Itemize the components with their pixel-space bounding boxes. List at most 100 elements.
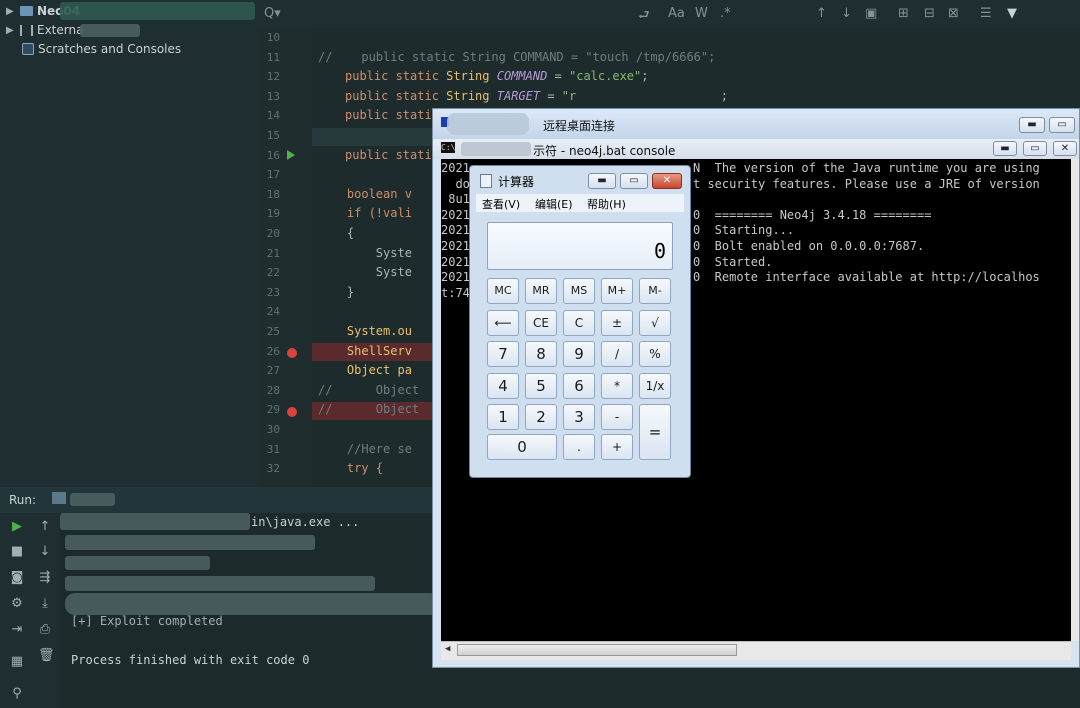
calc-key-k1[interactable]: 1 xyxy=(487,404,519,430)
calc-key-k6[interactable]: 6 xyxy=(563,372,595,399)
print-icon[interactable]: ⎙ xyxy=(38,623,52,637)
calc-key-mminus[interactable]: M- xyxy=(639,278,671,304)
calc-key-sqrt[interactable]: √ xyxy=(639,309,671,336)
calc-key-k7[interactable]: 7 xyxy=(487,341,519,367)
rerun-icon[interactable]: ▶ xyxy=(10,520,24,534)
prev-occurrence-icon[interactable]: ↑ xyxy=(816,6,827,21)
line-number: 24 xyxy=(266,305,280,319)
scroll-down-icon[interactable]: ↓ xyxy=(38,545,52,559)
expand-arrow-icon[interactable]: ▶ xyxy=(6,6,16,17)
rdp-titlebar[interactable]: 远程桌面连接 ▬ ▭ xyxy=(433,109,1079,139)
code-line: // Object xyxy=(318,382,420,397)
line-number: 27 xyxy=(266,364,280,378)
console-line-right: 0 Starting... xyxy=(693,223,795,238)
console-vertical-scrollbar[interactable] xyxy=(1071,159,1079,641)
line-number: 30 xyxy=(266,423,280,436)
calc-key-k0[interactable]: 0 xyxy=(487,434,557,460)
console-line-right: 0 ======== Neo4j 3.4.18 ======== xyxy=(693,207,932,222)
calculator-title: 计算器 xyxy=(498,175,535,189)
layout-icon[interactable]: ▦ xyxy=(10,655,24,669)
regex-icon[interactable]: .* xyxy=(720,6,731,21)
trash-icon[interactable]: 🗑 xyxy=(38,649,55,663)
scroll-up-icon[interactable]: ↑ xyxy=(38,520,52,534)
select-all-icon[interactable]: ▣ xyxy=(865,6,877,21)
breakpoint-icon[interactable] xyxy=(287,348,297,358)
scroll-left-icon[interactable]: ◀ xyxy=(445,644,450,654)
calc-key-div[interactable]: / xyxy=(601,341,633,367)
library-icon xyxy=(20,24,33,36)
next-occurrence-icon[interactable]: ↓ xyxy=(841,6,852,21)
breakpoint-icon[interactable] xyxy=(287,407,297,417)
scroll-thumb[interactable] xyxy=(457,644,737,656)
calc-key-dot[interactable]: . xyxy=(563,434,595,460)
calc-key-k4[interactable]: 4 xyxy=(487,372,519,399)
calc-key-k5[interactable]: 5 xyxy=(525,372,557,399)
calc-key-mplus[interactable]: M+ xyxy=(601,278,633,304)
run-toolbar: ▶ ↑ ■ ↓ ◙ ⇶ ⚙ ⤓ ⇥ ⎙ ▦ 🗑 ⚲ xyxy=(0,513,60,708)
calc-key-k3[interactable]: 3 xyxy=(563,404,595,430)
console-maximize-button[interactable]: ▭ xyxy=(1023,141,1047,156)
code-line: Object pa xyxy=(318,363,412,378)
select-occurrences-icon[interactable]: ⊠ xyxy=(948,6,959,21)
calc-key-eq[interactable]: = xyxy=(639,404,671,460)
whole-word-icon[interactable]: W xyxy=(695,6,708,21)
calc-maximize-button[interactable]: ▭ xyxy=(620,173,648,189)
line-number: 17 xyxy=(266,168,280,182)
menu-help[interactable]: 帮助(H) xyxy=(587,196,626,212)
calc-key-k2[interactable]: 2 xyxy=(525,404,557,430)
menu-view[interactable]: 查看(V) xyxy=(482,196,520,212)
match-case-icon[interactable]: Aa xyxy=(668,6,685,21)
run-gutter-icon[interactable] xyxy=(287,150,295,160)
scroll-to-end-icon[interactable]: ⤓ xyxy=(38,597,52,611)
calc-key-pm[interactable]: ± xyxy=(601,309,633,336)
calc-minimize-button[interactable]: ▬ xyxy=(588,173,616,189)
exit-icon[interactable]: ⇥ xyxy=(10,623,24,637)
console-line-command: in\java.exe ... xyxy=(251,515,360,529)
remove-selection-icon[interactable]: ⊟ xyxy=(924,6,935,21)
calc-key-k9[interactable]: 9 xyxy=(563,341,595,367)
calc-key-sub[interactable]: - xyxy=(601,404,633,430)
search-icon[interactable]: Q▾ xyxy=(264,6,281,21)
code-line: public stati xyxy=(345,147,432,162)
filter-settings-icon[interactable]: ☰ xyxy=(980,6,992,21)
pin-icon[interactable]: ⚲ xyxy=(10,687,24,701)
stop-icon[interactable]: ■ xyxy=(10,545,24,559)
calc-key-k8[interactable]: 8 xyxy=(525,341,557,367)
calc-key-c[interactable]: C xyxy=(563,309,595,336)
calc-key-mul[interactable]: * xyxy=(601,372,633,399)
menu-edit[interactable]: 编辑(E) xyxy=(535,196,573,212)
calc-key-ce[interactable]: CE xyxy=(525,309,557,336)
wrap-icon[interactable]: ⮐ xyxy=(638,6,650,28)
expand-arrow-icon[interactable]: ▶ xyxy=(6,25,16,36)
redacted-area xyxy=(65,556,210,570)
filter-icon[interactable]: ▼ xyxy=(1007,6,1017,21)
tree-item-external-libraries[interactable]: ▶ Externa xyxy=(6,21,83,39)
calc-close-button[interactable]: ✕ xyxy=(652,173,682,189)
line-number: 11 xyxy=(266,50,280,64)
calculator-menubar: 查看(V) 编辑(E) 帮助(H) xyxy=(476,194,684,212)
redacted-area xyxy=(80,24,140,37)
calc-key-mr[interactable]: MR xyxy=(525,278,557,304)
console-close-button[interactable]: ✕ xyxy=(1053,141,1077,156)
restore-button[interactable]: ▭ xyxy=(1049,117,1075,133)
code-line: public static String TARGET = "r ; xyxy=(345,88,728,103)
calc-key-add[interactable]: + xyxy=(601,434,633,460)
soft-wrap-icon[interactable]: ⇶ xyxy=(38,571,52,585)
tree-item-label: Scratches and Consoles xyxy=(38,42,182,56)
console-minimize-button[interactable]: ▬ xyxy=(993,141,1017,156)
calc-key-inv[interactable]: 1/x xyxy=(639,372,671,399)
line-number: 22 xyxy=(266,266,280,280)
tree-item-scratches[interactable]: Scratches and Consoles xyxy=(22,40,181,58)
calc-key-back[interactable]: ⟵ xyxy=(487,309,519,336)
add-selection-icon[interactable]: ⊞ xyxy=(898,6,909,21)
calc-key-pct[interactable]: % xyxy=(639,341,671,367)
minimize-button[interactable]: ▬ xyxy=(1019,117,1045,133)
camera-icon[interactable]: ◙ xyxy=(10,571,24,585)
calc-key-ms[interactable]: MS xyxy=(563,278,595,304)
console-titlebar[interactable]: C:\ 示符 - neo4j.bat console ▬ ▭ ✕ xyxy=(433,139,1079,159)
redacted-area xyxy=(461,142,531,156)
settings-icon[interactable]: ⚙ xyxy=(10,597,24,611)
console-horizontal-scrollbar[interactable]: ◀ xyxy=(441,641,1071,660)
calc-key-mc[interactable]: MC xyxy=(487,278,519,304)
line-number: 14 xyxy=(266,109,280,123)
